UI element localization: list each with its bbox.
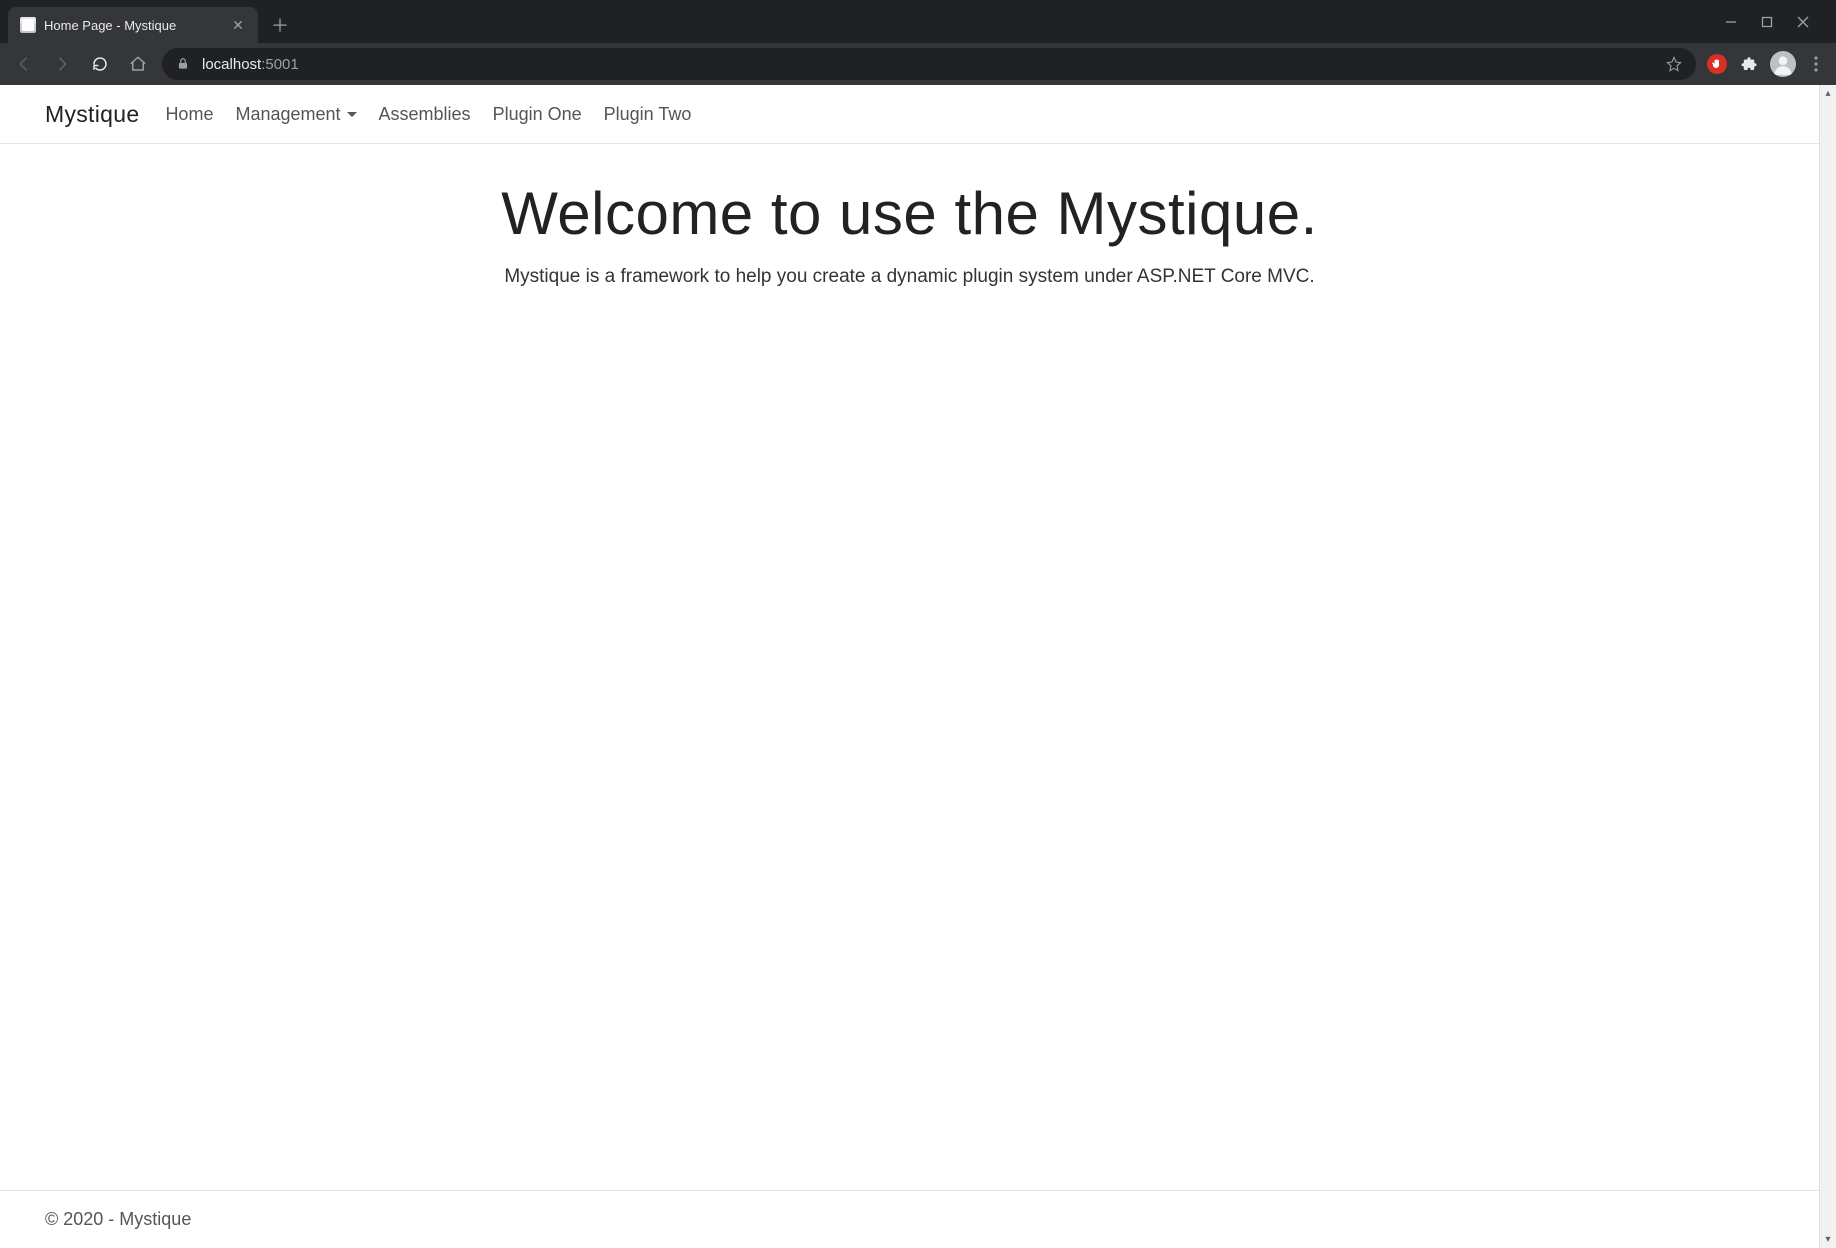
- page-content: Mystique Home Management Assemblies Plug…: [0, 85, 1819, 1248]
- profile-avatar[interactable]: [1770, 51, 1796, 77]
- address-bar[interactable]: localhost:5001: [162, 48, 1696, 80]
- extension-ublock-icon[interactable]: [1706, 53, 1728, 75]
- vertical-scrollbar[interactable]: ▴ ▾: [1819, 85, 1836, 1248]
- scroll-down-icon[interactable]: ▾: [1820, 1231, 1836, 1248]
- window-maximize-icon[interactable]: [1760, 15, 1774, 29]
- arrow-right-icon: [53, 55, 71, 73]
- brand[interactable]: Mystique: [45, 101, 139, 128]
- url-port: :5001: [261, 56, 299, 73]
- nav-link-management[interactable]: Management: [235, 104, 356, 125]
- browser-menu-icon[interactable]: [1806, 56, 1826, 72]
- nav-link-plugin-two[interactable]: Plugin Two: [604, 104, 692, 125]
- page-title: Welcome to use the Mystique.: [0, 179, 1819, 248]
- window-close-icon[interactable]: [1796, 15, 1810, 29]
- browser-tab[interactable]: Home Page - Mystique ✕: [8, 7, 258, 43]
- site-footer: © 2020 - Mystique: [0, 1191, 1819, 1230]
- back-button[interactable]: [10, 50, 38, 78]
- person-icon: [1770, 51, 1796, 77]
- site-main: Welcome to use the Mystique. Mystique is…: [0, 144, 1819, 1190]
- reload-button[interactable]: [86, 50, 114, 78]
- forward-button[interactable]: [48, 50, 76, 78]
- hand-icon: [1711, 58, 1723, 70]
- site-navbar: Mystique Home Management Assemblies Plug…: [0, 85, 1819, 144]
- chevron-down-icon: [347, 112, 357, 117]
- viewport: Mystique Home Management Assemblies Plug…: [0, 85, 1836, 1248]
- url-host: localhost: [202, 56, 261, 73]
- window-controls: [1724, 0, 1828, 43]
- scroll-up-icon[interactable]: ▴: [1820, 85, 1836, 102]
- nav-link-plugin-one[interactable]: Plugin One: [493, 104, 582, 125]
- close-tab-icon[interactable]: ✕: [230, 17, 246, 34]
- browser-chrome: Home Page - Mystique ✕ ＋: [0, 0, 1836, 85]
- arrow-left-icon: [15, 55, 33, 73]
- lock-icon: [176, 57, 190, 71]
- home-button[interactable]: [124, 50, 152, 78]
- home-icon: [129, 55, 147, 73]
- page-subtitle: Mystique is a framework to help you crea…: [0, 266, 1819, 288]
- page-favicon-icon: [20, 17, 36, 33]
- window-minimize-icon[interactable]: [1724, 15, 1738, 29]
- url-text: localhost:5001: [202, 56, 299, 73]
- extensions-puzzle-icon[interactable]: [1738, 53, 1760, 75]
- footer-text: © 2020 - Mystique: [45, 1209, 191, 1229]
- footer-spacer: [0, 1230, 1819, 1248]
- new-tab-button[interactable]: ＋: [266, 11, 294, 39]
- reload-icon: [91, 55, 109, 73]
- bookmark-star-icon[interactable]: [1666, 56, 1682, 72]
- nav-link-home[interactable]: Home: [165, 104, 213, 125]
- browser-toolbar: localhost:5001: [0, 43, 1836, 85]
- nav-link-assemblies[interactable]: Assemblies: [379, 104, 471, 125]
- tab-strip: Home Page - Mystique ✕ ＋: [0, 0, 1836, 43]
- tab-title: Home Page - Mystique: [44, 18, 222, 33]
- nav-link-management-label: Management: [235, 104, 340, 125]
